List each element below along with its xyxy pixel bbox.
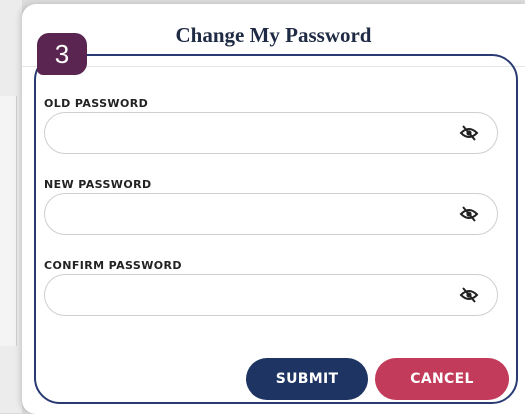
confirm-password-label: CONFIRM PASSWORD <box>44 259 182 272</box>
confirm-password-input[interactable] <box>59 283 453 309</box>
eye-slash-icon[interactable] <box>459 125 479 141</box>
eye-slash-icon[interactable] <box>459 206 479 222</box>
cancel-button[interactable]: CANCEL <box>375 358 509 400</box>
old-password-input[interactable] <box>59 121 453 147</box>
eye-slash-icon[interactable] <box>459 287 479 303</box>
confirm-password-field[interactable] <box>44 274 498 316</box>
step-number-badge: 3 <box>37 33 87 75</box>
background-panel <box>0 96 17 346</box>
submit-button[interactable]: SUBMIT <box>246 358 368 400</box>
old-password-label: OLD PASSWORD <box>44 97 149 110</box>
new-password-field[interactable] <box>44 193 498 235</box>
old-password-field[interactable] <box>44 112 498 154</box>
modal-title: Change My Password <box>175 23 372 47</box>
new-password-input[interactable] <box>59 202 453 228</box>
new-password-label: NEW PASSWORD <box>44 178 152 191</box>
background-page <box>0 0 22 413</box>
